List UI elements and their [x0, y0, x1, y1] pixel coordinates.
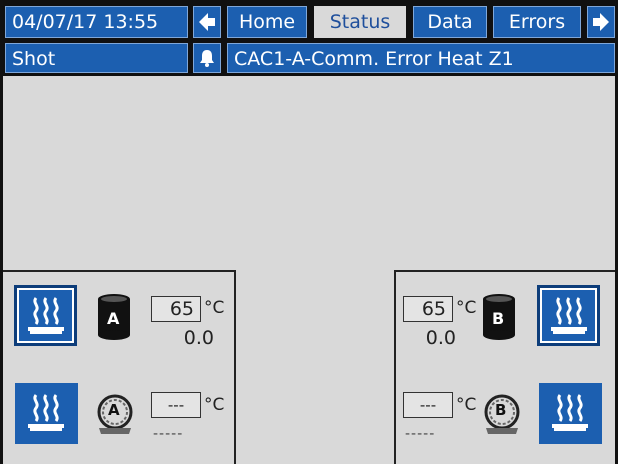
- nav-right-button[interactable]: [587, 6, 615, 38]
- tank-a-temp-actual: 0.0: [183, 327, 214, 349]
- hose-a-temp-actual: -----: [153, 426, 184, 442]
- tab-errors[interactable]: Errors: [493, 6, 581, 38]
- heat-wave-icon: [28, 297, 64, 334]
- hose-b-temp-unit: °C: [456, 395, 477, 415]
- hose-b-label: B: [495, 401, 507, 419]
- header-bar: 04/07/17 13:55 Home Status Data Errors S…: [3, 0, 615, 76]
- heat-wave-icon: [28, 394, 64, 431]
- arrow-right-icon: [593, 13, 609, 31]
- alarm-indicator[interactable]: [193, 43, 221, 73]
- arrow-left-icon: [199, 13, 215, 31]
- heat-wave-icon: [552, 394, 588, 431]
- tank-b-temp-setpoint[interactable]: 65: [403, 296, 453, 322]
- hose-reel-icon: B: [482, 392, 522, 436]
- tank-a-temp-unit: °C: [204, 298, 225, 318]
- heat-a-hose-button[interactable]: [15, 383, 78, 444]
- tank-a-temp-setpoint[interactable]: 65: [151, 296, 201, 322]
- hose-reel-icon: A: [95, 392, 135, 436]
- mode-display[interactable]: Shot: [5, 43, 188, 73]
- tank-b-icon: B: [482, 293, 516, 341]
- tank-a-icon: A: [97, 293, 131, 341]
- tank-b-temp-actual: 0.0: [425, 327, 456, 349]
- hose-a-temp-unit: °C: [204, 395, 225, 415]
- tab-status[interactable]: Status: [314, 6, 406, 38]
- heat-a-tank-button[interactable]: [14, 285, 77, 346]
- hose-b-temp-actual: -----: [405, 426, 436, 442]
- tab-home[interactable]: Home: [227, 6, 307, 38]
- heat-b-tank-button[interactable]: [537, 285, 600, 346]
- side-a-panel: A 65 °C 0.0 A --- °C -----: [3, 270, 236, 464]
- heat-b-hose-button[interactable]: [539, 383, 602, 444]
- alarm-message[interactable]: CAC1-A-Comm. Error Heat Z1: [227, 43, 615, 73]
- hose-b-temp-setpoint[interactable]: ---: [403, 392, 453, 418]
- side-b-panel: 65 °C 0.0 B --- °C ----- B: [394, 270, 615, 464]
- tank-b-temp-unit: °C: [456, 298, 477, 318]
- hose-a-label: A: [108, 401, 120, 419]
- hose-a-temp-setpoint[interactable]: ---: [151, 392, 201, 418]
- hmi-screen: 04/07/17 13:55 Home Status Data Errors S…: [0, 0, 618, 464]
- alarm-bell-icon: [200, 50, 214, 67]
- nav-left-button[interactable]: [193, 6, 221, 38]
- tab-data[interactable]: Data: [413, 6, 487, 38]
- heat-wave-icon: [551, 297, 587, 334]
- tank-a-label: A: [107, 309, 120, 328]
- tank-b-label: B: [492, 309, 505, 328]
- datetime-display: 04/07/17 13:55: [5, 6, 188, 38]
